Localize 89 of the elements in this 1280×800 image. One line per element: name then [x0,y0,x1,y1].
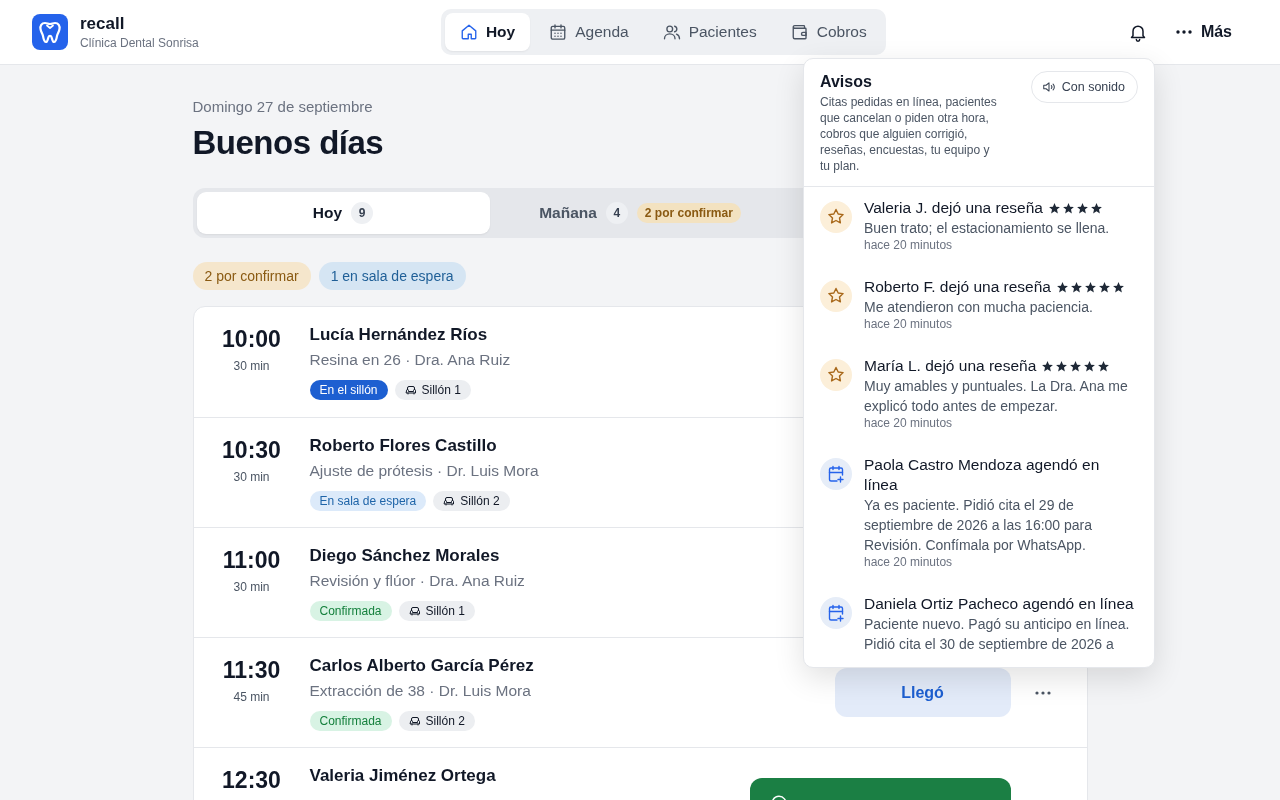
duration-label: 30 min [233,358,270,374]
filter-chip[interactable]: 1 en sala de espera [318,262,466,290]
armchair-icon [408,605,421,617]
star-icon [1041,359,1055,373]
duration-label: 30 min [233,469,270,485]
notification-message: Ya es paciente. Pidió cita el 29 de septiembre de 2026 a las 16:00 para Revisión. Confímala por WhatsApp. [864,496,1094,555]
patient-name[interactable]: Carlos Alberto García Pérez [309,655,534,677]
star-icon [1055,359,1069,373]
pending-badge: 2 por confirmar [636,203,741,223]
calendar-plus-icon [820,458,852,490]
star-icon [1089,201,1103,215]
appointment-time: 11:30 [222,657,281,683]
notification-message: Paciente nuevo. Pagó su anticipo en línea. Pidió cita el 30 de septiembre de 2026 a [864,615,1131,654]
notification-message: Muy amables y puntuales. La Dra. Ana me explicó todo antes de empezar. [864,377,1129,416]
appointment-time: 11:00 [222,547,281,573]
chair-label: Sillón 2 [425,714,465,728]
notification-message: Me atendieron con mucha paciencia. [864,298,1093,317]
status-badge: En sala de espera [309,491,427,511]
users-icon [662,23,681,41]
tooth-logo-icon [32,14,68,50]
notification-title[interactable]: María L. dejó una reseña [864,356,1037,376]
day-tab[interactable]: Hoy 9 [196,192,490,234]
dots-icon [1175,30,1192,34]
patient-name[interactable]: Lucía Hernández Ríos [309,324,488,346]
notification-title[interactable]: Daniela Ortiz Pacheco agendó en línea [864,594,1134,614]
brand-name: recall [80,13,126,34]
patient-name[interactable]: Diego Sánchez Morales [309,545,500,567]
filter-chip[interactable]: 2 por confirmar [192,262,311,290]
patient-name[interactable]: Roberto Flores Castillo [309,435,497,457]
treatment-detail: Revisión y flúor · Dra. Ana Ruiz [309,571,525,591]
treatment-detail: Resina en 26 · Dra. Ana Ruiz [309,350,511,370]
star-icon [1098,280,1111,294]
sound-toggle-button[interactable]: Con sonido [1030,71,1138,103]
star-icon [1075,201,1089,215]
more-options-button[interactable] [1034,690,1051,695]
star-icon [1047,201,1061,215]
wallet-icon [790,23,809,41]
star-icon [1056,280,1069,294]
armchair-icon [408,715,421,727]
treatment-detail: Ajuste de prótesis · Dr. Luis Mora [309,461,539,481]
more-button[interactable]: Más [1167,19,1240,45]
treatment-detail: Extracción de 38 · Dr. Luis Mora [309,681,531,701]
panel-title: Avisos [820,72,873,92]
status-badge: Confirmada [309,601,392,621]
arrived-button[interactable]: Llegó [834,668,1011,717]
day-tab[interactable]: Mañana 4 2 por confirmar [493,192,787,234]
star-icon [1069,359,1083,373]
armchair-icon [404,384,417,396]
status-badge: En el sillón [309,380,388,400]
nav-tab[interactable]: Agenda [534,13,644,51]
notification-title[interactable]: Roberto F. dejó una reseña [864,277,1051,297]
chair-label: Sillón 1 [421,383,461,397]
star-icon [1061,201,1075,215]
dots-icon [1034,690,1051,695]
appointment-time: 10:30 [222,437,281,463]
nav-tab[interactable]: Hoy [444,13,531,51]
calendar-icon [549,23,568,41]
greeting-heading: Buenos días [192,123,384,163]
star-icon [1084,280,1097,294]
chair-label: Sillón 1 [425,604,465,618]
star-icon [1070,280,1083,294]
notification-title[interactable]: Paola Castro Mendoza agendó en línea [864,455,1137,495]
duration-label: 30 min [233,579,270,595]
chair-label: Sillón 2 [460,494,500,508]
speaker-icon [1041,80,1056,94]
appointment-time: 12:30 [222,767,281,793]
calendar-plus-icon [820,597,852,629]
star-icon [1112,280,1125,294]
patient-name[interactable]: Valeria Jiménez Ortega [309,765,496,787]
nav-tab[interactable]: Cobros [775,13,882,51]
appointment-time: 10:00 [222,326,281,352]
notification-title[interactable]: Valeria J. dejó una reseña [864,198,1043,218]
star-icon [1097,359,1111,373]
panel-description: Citas pedidas en línea, pacientes que cancelan o piden otra hora, cobros que alguien corrigió, reseñas, encuestas, tu equipo y tu plan. [820,94,998,174]
star-icon [1083,359,1097,373]
notification-time: hace 20 minutos [864,555,953,570]
notification-time: hace 20 minutos [864,317,953,332]
notification-message: Buen trato; el estacionamiento se llena. [864,219,1110,238]
date-label: Domingo 27 de septiembre [192,97,373,117]
count-badge: 4 [605,202,628,224]
notification-time: hace 20 minutos [864,238,953,253]
nav-tab[interactable]: Pacientes [647,13,772,51]
duration-label: 45 min [233,689,270,705]
armchair-icon [443,495,456,507]
notification-time: hace 20 minutos [864,416,953,431]
clinic-name: Clínica Dental Sonrisa [80,34,199,51]
status-badge: Confirmada [309,711,392,731]
home-icon [459,23,478,41]
count-badge: 9 [351,202,374,224]
